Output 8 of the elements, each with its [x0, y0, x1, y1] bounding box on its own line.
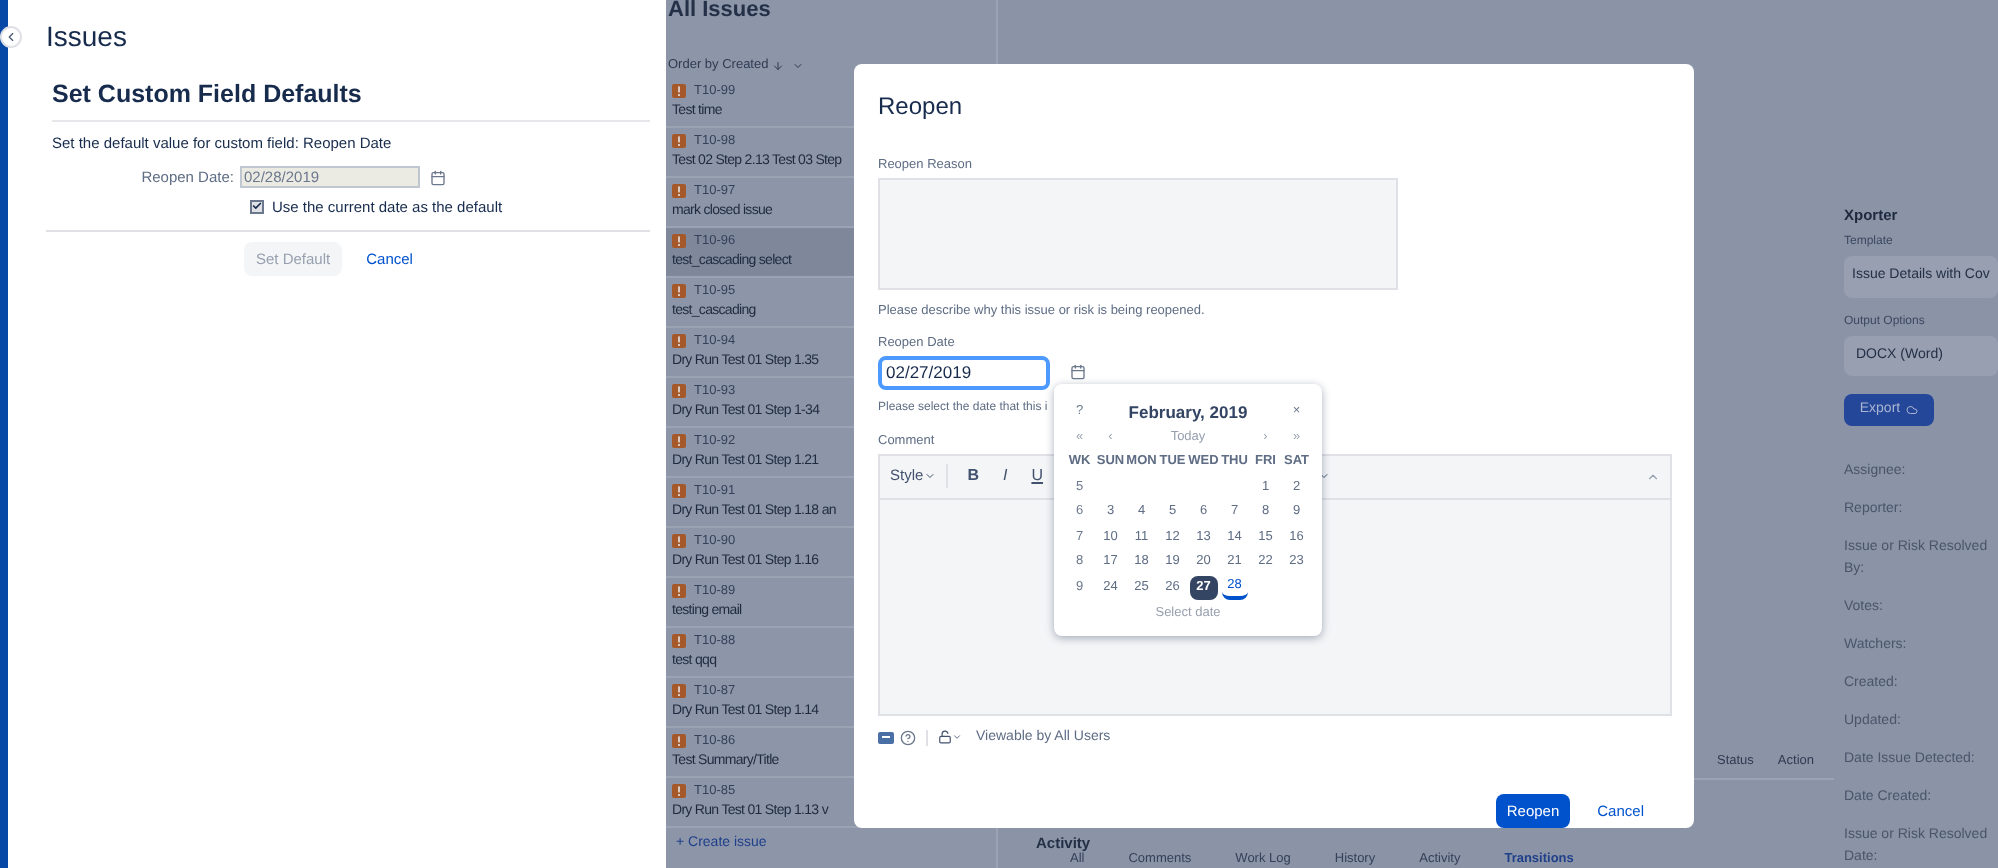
underline-button[interactable]: U	[1031, 464, 1043, 489]
dialog-title: Reopen	[878, 92, 963, 120]
section-title: Set Custom Field Defaults	[52, 80, 362, 108]
date-field[interactable]: 02/27/2019	[878, 355, 1050, 390]
page-title: Issues	[46, 18, 129, 54]
page-title: All Issues	[666, 0, 773, 22]
month-title: February, 2019	[1126, 400, 1250, 425]
italic-button[interactable]: I	[998, 464, 1012, 489]
